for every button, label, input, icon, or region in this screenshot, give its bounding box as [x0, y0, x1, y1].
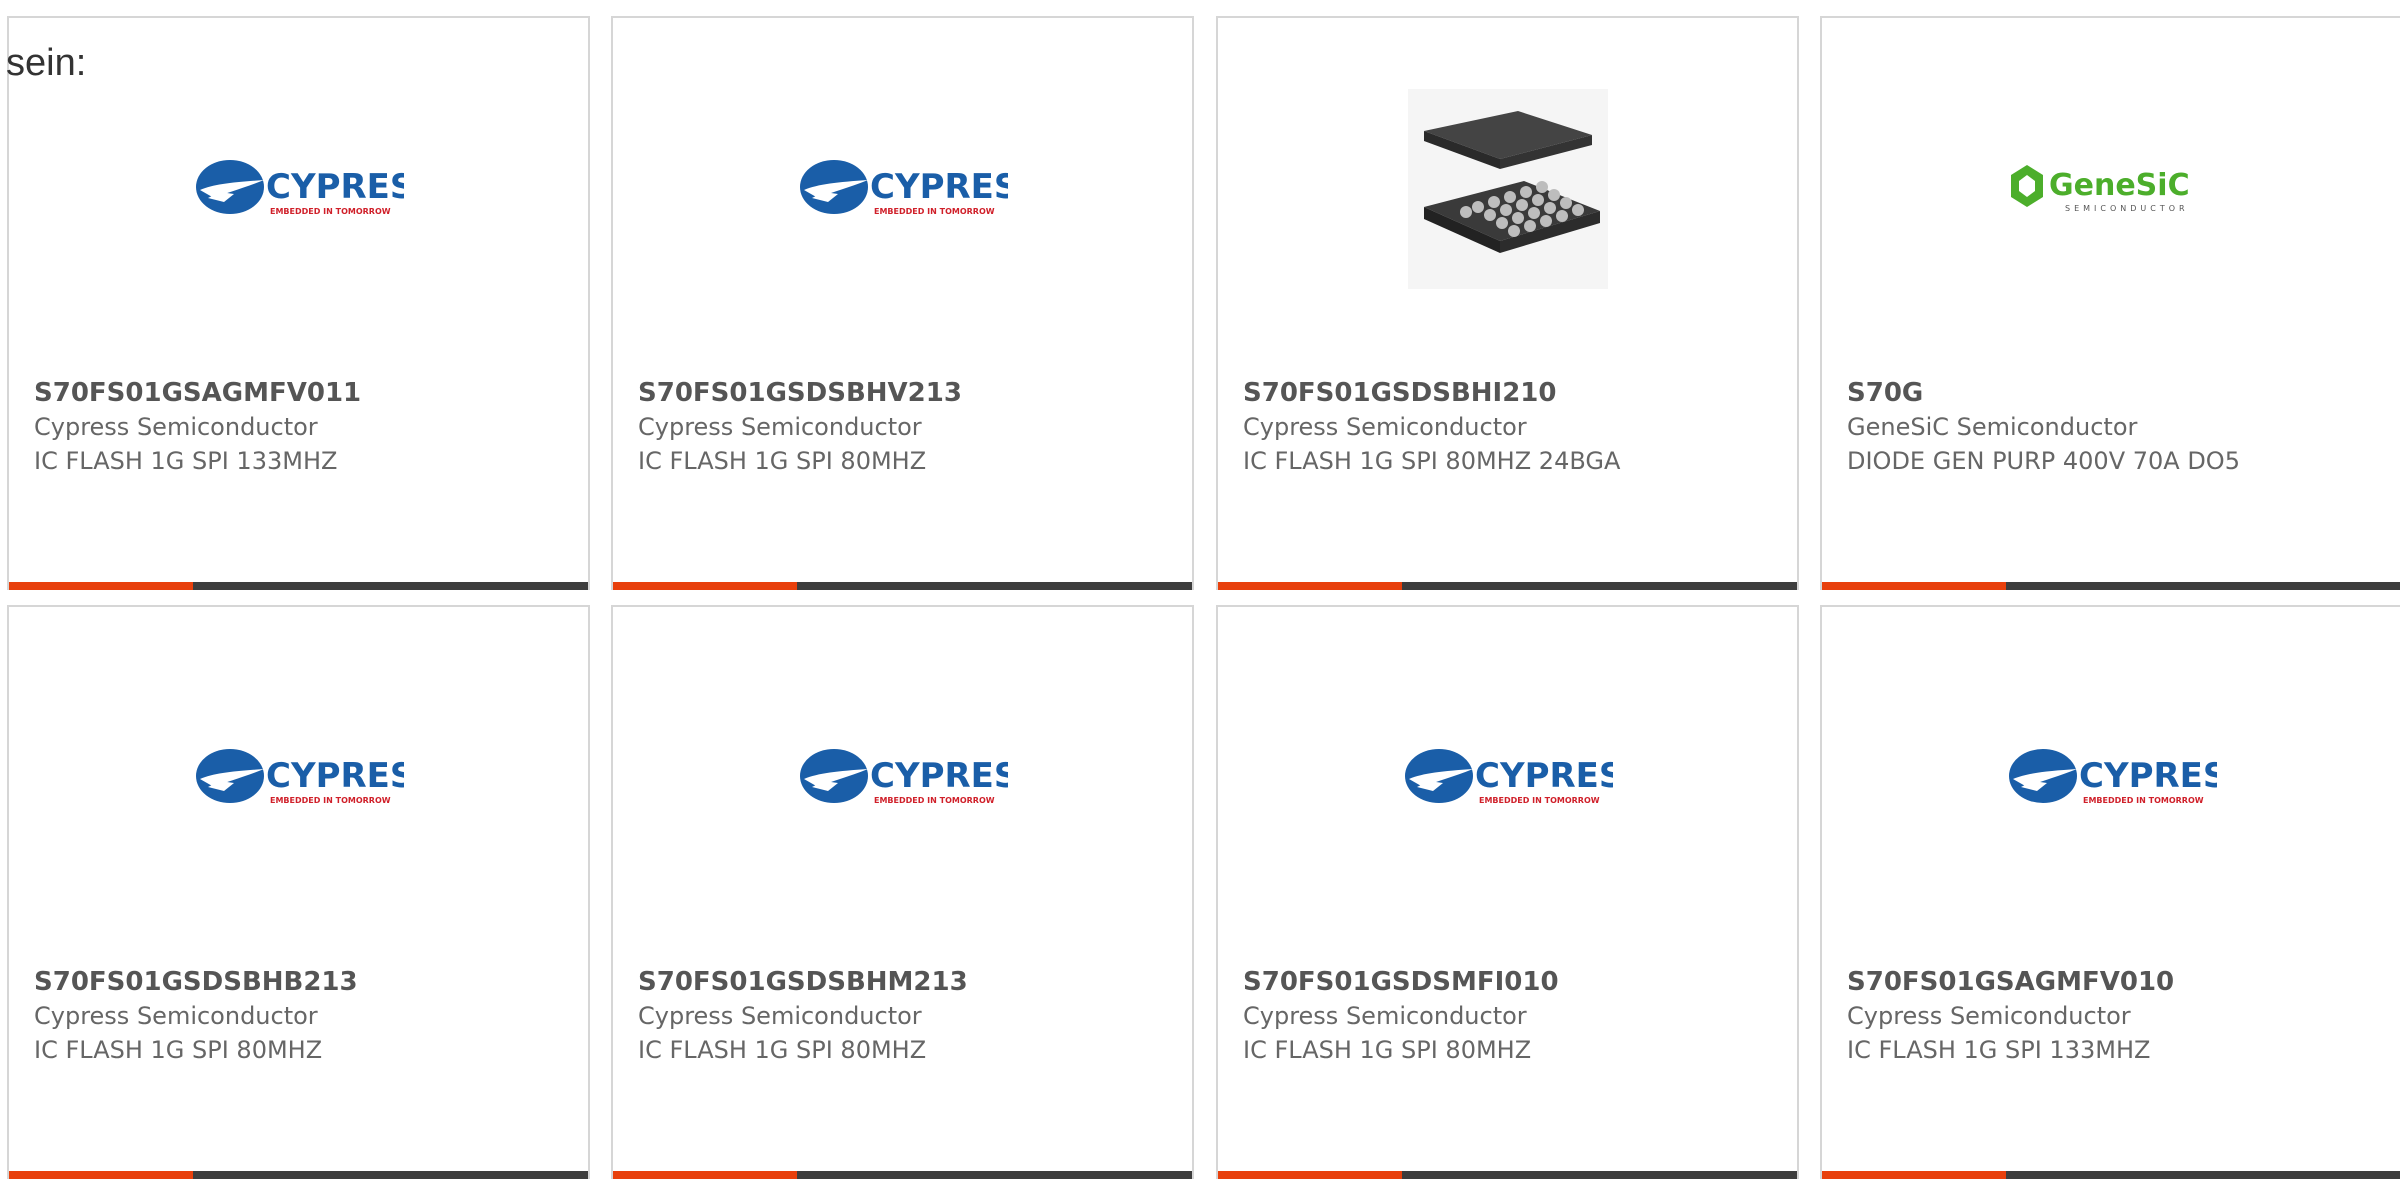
card-bottom-bar	[1822, 1171, 2400, 1179]
svg-text:GeneSiC: GeneSiC	[2049, 168, 2190, 203]
svg-text:EMBEDDED IN TOMORROW: EMBEDDED IN TOMORROW	[270, 796, 391, 805]
description: IC FLASH 1G SPI 80MHZ	[34, 1036, 323, 1064]
description: IC FLASH 1G SPI 133MHZ	[34, 447, 338, 475]
cypress-logo: CYPRESS EMBEDDED IN TOMORROW	[613, 84, 1192, 294]
part-number[interactable]: S70FS01GSDSBHB213	[34, 965, 578, 999]
product-card[interactable]: CYPRESS EMBEDDED IN TOMORROW S70FS01GSDS…	[7, 605, 590, 1179]
svg-text:EMBEDDED IN TOMORROW: EMBEDDED IN TOMORROW	[874, 796, 995, 805]
manufacturer: Cypress Semiconductor	[638, 413, 922, 441]
genesic-logo: GeneSiC SEMICONDUCTOR	[1822, 84, 2400, 294]
part-number[interactable]: S70FS01GSDSBHI210	[1243, 376, 1787, 410]
description: IC FLASH 1G SPI 80MHZ 24BGA	[1243, 447, 1621, 475]
manufacturer: Cypress Semiconductor	[638, 1002, 922, 1030]
manufacturer: GeneSiC Semiconductor	[1847, 413, 2138, 441]
product-card[interactable]: CYPRESS EMBEDDED IN TOMORROW S70FS01GSDS…	[1216, 605, 1799, 1179]
product-grid: CYPRESS EMBEDDED IN TOMORROW S70FS01GSAG…	[0, 0, 2400, 1179]
description: IC FLASH 1G SPI 80MHZ	[638, 1036, 927, 1064]
svg-text:EMBEDDED IN TOMORROW: EMBEDDED IN TOMORROW	[2083, 796, 2204, 805]
part-number[interactable]: S70FS01GSDSBHM213	[638, 965, 1182, 999]
description: DIODE GEN PURP 400V 70A DO5	[1847, 447, 2240, 475]
svg-text:EMBEDDED IN TOMORROW: EMBEDDED IN TOMORROW	[1479, 796, 1600, 805]
cypress-logo: CYPRESS EMBEDDED IN TOMORROW	[1822, 673, 2400, 883]
part-number[interactable]: S70G	[1847, 376, 2391, 410]
bga-chip-image	[1218, 84, 1797, 294]
svg-text:EMBEDDED IN TOMORROW: EMBEDDED IN TOMORROW	[270, 207, 391, 216]
svg-text:SEMICONDUCTOR: SEMICONDUCTOR	[2065, 204, 2189, 213]
product-card[interactable]: S70FS01GSDSBHI210 Cypress Semiconductor …	[1216, 16, 1799, 590]
part-number[interactable]: S70FS01GSAGMFV010	[1847, 965, 2391, 999]
svg-text:CYPRESS: CYPRESS	[2079, 756, 2217, 796]
manufacturer: Cypress Semiconductor	[34, 413, 318, 441]
manufacturer: Cypress Semiconductor	[1847, 1002, 2131, 1030]
product-card[interactable]: CYPRESS EMBEDDED IN TOMORROW S70FS01GSDS…	[611, 16, 1194, 590]
card-bottom-bar	[9, 1171, 588, 1179]
cypress-logo: CYPRESS EMBEDDED IN TOMORROW	[1218, 673, 1797, 883]
manufacturer: Cypress Semiconductor	[1243, 413, 1527, 441]
part-number[interactable]: S70FS01GSDSBHV213	[638, 376, 1182, 410]
product-card[interactable]: GeneSiC SEMICONDUCTOR S70G GeneSiC Semic…	[1820, 16, 2400, 590]
part-number[interactable]: S70FS01GSDSMFI010	[1243, 965, 1787, 999]
card-bottom-bar	[1822, 582, 2400, 590]
svg-text:CYPRESS: CYPRESS	[870, 756, 1008, 796]
svg-text:EMBEDDED IN TOMORROW: EMBEDDED IN TOMORROW	[874, 207, 995, 216]
product-card[interactable]: CYPRESS EMBEDDED IN TOMORROW S70FS01GSAG…	[7, 16, 590, 590]
product-card[interactable]: CYPRESS EMBEDDED IN TOMORROW S70FS01GSDS…	[611, 605, 1194, 1179]
description: IC FLASH 1G SPI 80MHZ	[638, 447, 927, 475]
manufacturer: Cypress Semiconductor	[1243, 1002, 1527, 1030]
description: IC FLASH 1G SPI 80MHZ	[1243, 1036, 1532, 1064]
part-number[interactable]: S70FS01GSAGMFV011	[34, 376, 578, 410]
card-bottom-bar	[1218, 582, 1797, 590]
card-bottom-bar	[613, 582, 1192, 590]
svg-text:CYPRESS: CYPRESS	[266, 756, 404, 796]
description: IC FLASH 1G SPI 133MHZ	[1847, 1036, 2151, 1064]
product-card[interactable]: CYPRESS EMBEDDED IN TOMORROW S70FS01GSAG…	[1820, 605, 2400, 1179]
svg-text:CYPRESS: CYPRESS	[870, 167, 1008, 207]
svg-text:CYPRESS: CYPRESS	[1475, 756, 1613, 796]
card-bottom-bar	[1218, 1171, 1797, 1179]
svg-text:CYPRESS: CYPRESS	[266, 167, 404, 207]
card-bottom-bar	[613, 1171, 1192, 1179]
manufacturer: Cypress Semiconductor	[34, 1002, 318, 1030]
card-bottom-bar	[9, 582, 588, 590]
cypress-logo: CYPRESS EMBEDDED IN TOMORROW	[9, 673, 588, 883]
cypress-logo: CYPRESS EMBEDDED IN TOMORROW	[9, 84, 588, 294]
cypress-logo: CYPRESS EMBEDDED IN TOMORROW	[613, 673, 1192, 883]
intro-text: sein:	[6, 42, 87, 84]
